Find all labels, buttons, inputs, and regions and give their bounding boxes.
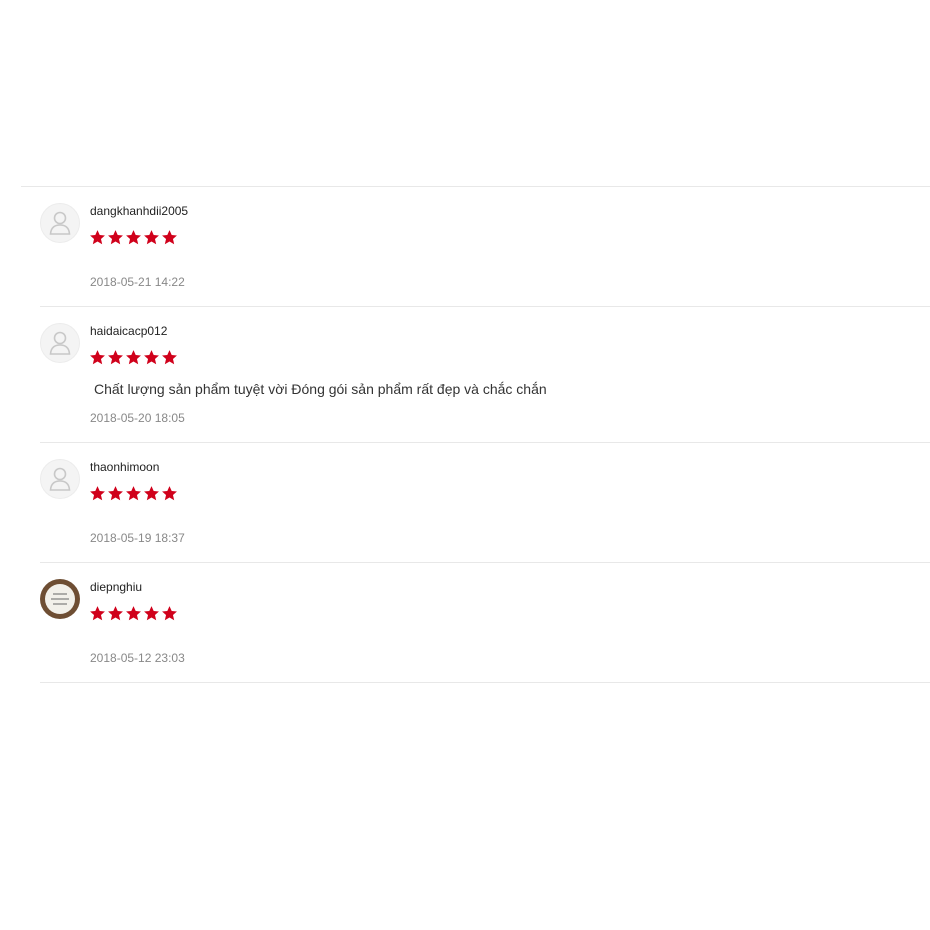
review-username[interactable]: diepnghiu <box>90 580 142 594</box>
star-icon <box>126 350 141 365</box>
photo-avatar-inner <box>45 584 75 614</box>
review-item: haidaicacp012 Chất lượng sản phẩm tuyệt … <box>40 307 930 443</box>
review-item: thaonhimoon 2018-05-19 18:37 <box>40 443 930 563</box>
star-icon <box>144 486 159 501</box>
review-username[interactable]: haidaicacp012 <box>90 324 167 338</box>
star-icon <box>162 606 177 621</box>
star-rating <box>89 349 178 366</box>
star-icon <box>144 230 159 245</box>
star-icon <box>126 606 141 621</box>
star-icon <box>90 230 105 245</box>
review-username[interactable]: thaonhimoon <box>90 460 159 474</box>
default-avatar-icon[interactable] <box>40 203 80 243</box>
star-icon <box>144 606 159 621</box>
star-icon <box>108 606 123 621</box>
review-comment: Chất lượng sản phẩm tuyệt vời Đóng gói s… <box>94 381 547 397</box>
star-rating <box>89 485 178 502</box>
default-avatar-icon[interactable] <box>40 459 80 499</box>
star-icon <box>162 350 177 365</box>
review-list: dangkhanhdii2005 2018-05-21 14:22 haidai… <box>0 187 930 683</box>
star-icon <box>126 486 141 501</box>
star-icon <box>90 350 105 365</box>
review-username[interactable]: dangkhanhdii2005 <box>90 204 188 218</box>
review-timestamp: 2018-05-20 18:05 <box>90 411 185 425</box>
review-item: dangkhanhdii2005 2018-05-21 14:22 <box>40 187 930 307</box>
star-icon <box>108 486 123 501</box>
star-icon <box>162 230 177 245</box>
star-icon <box>108 350 123 365</box>
review-timestamp: 2018-05-19 18:37 <box>90 531 185 545</box>
star-icon <box>144 350 159 365</box>
star-icon <box>126 230 141 245</box>
photo-avatar[interactable] <box>40 579 80 619</box>
star-rating <box>89 229 178 246</box>
review-timestamp: 2018-05-12 23:03 <box>90 651 185 665</box>
star-icon <box>90 606 105 621</box>
review-timestamp: 2018-05-21 14:22 <box>90 275 185 289</box>
star-icon <box>162 486 177 501</box>
star-icon <box>108 230 123 245</box>
review-item: diepnghiu 2018-05-12 23:03 <box>40 563 930 683</box>
star-rating <box>89 605 178 622</box>
star-icon <box>90 486 105 501</box>
default-avatar-icon[interactable] <box>40 323 80 363</box>
